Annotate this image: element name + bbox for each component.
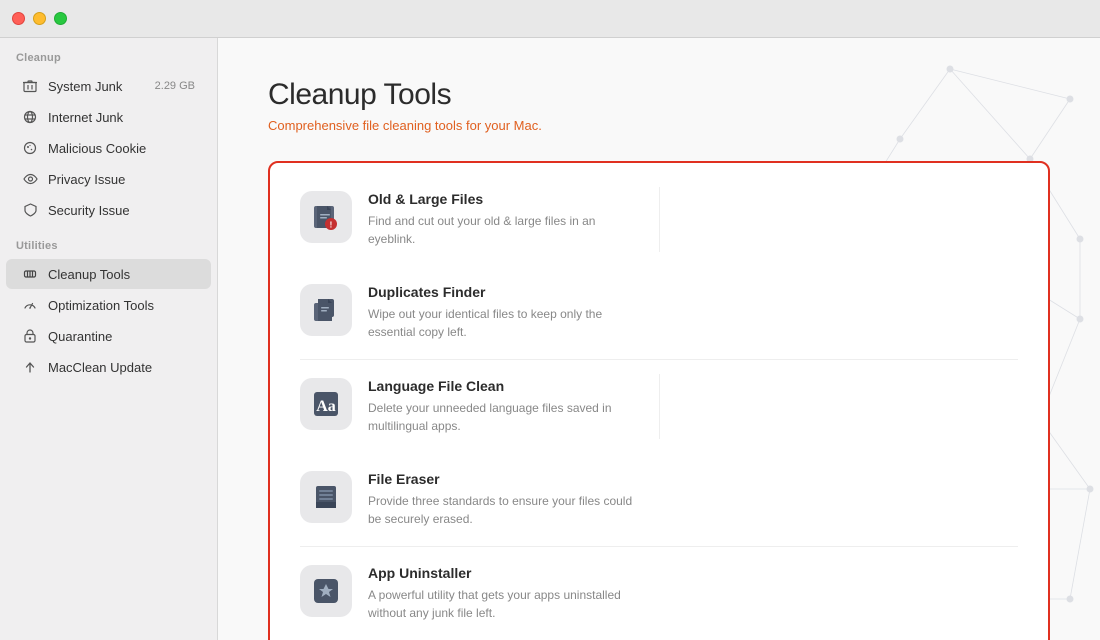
cleanup-section-label: Cleanup bbox=[0, 52, 217, 70]
uninstaller-icon-wrapper bbox=[300, 565, 352, 617]
duplicates-info: Duplicates Finder Wipe out your identica… bbox=[368, 284, 639, 341]
svg-text:Aa: Aa bbox=[316, 398, 336, 415]
tool-duplicates-finder[interactable]: Duplicates Finder Wipe out your identica… bbox=[280, 266, 659, 359]
language-icon: Aa bbox=[309, 387, 343, 421]
eraser-info: File Eraser Provide three standards to e… bbox=[368, 471, 639, 528]
system-junk-label: System Junk bbox=[48, 79, 145, 94]
eraser-icon bbox=[309, 480, 343, 514]
sidebar-item-system-junk[interactable]: System Junk 2.29 GB bbox=[6, 71, 211, 101]
macclean-update-label: MacClean Update bbox=[48, 360, 195, 375]
duplicates-name: Duplicates Finder bbox=[368, 284, 639, 300]
col-divider-1 bbox=[659, 187, 660, 252]
tools-row-1: ! Old & Large Files Find and cut out you… bbox=[280, 173, 1038, 359]
tool-app-uninstaller[interactable]: App Uninstaller A powerful utility that … bbox=[280, 547, 659, 640]
svg-text:!: ! bbox=[330, 221, 333, 230]
gauge-icon bbox=[22, 297, 38, 313]
eraser-icon-wrapper bbox=[300, 471, 352, 523]
tools-row-2: Aa Language File Clean Delete your unnee… bbox=[280, 360, 1038, 546]
sidebar-item-optimization-tools[interactable]: Optimization Tools bbox=[6, 290, 211, 320]
malicious-cookie-label: Malicious Cookie bbox=[48, 141, 195, 156]
minimize-button[interactable] bbox=[33, 12, 46, 25]
sidebar-item-macclean-update[interactable]: MacClean Update bbox=[6, 352, 211, 382]
tool-old-large-files[interactable]: ! Old & Large Files Find and cut out you… bbox=[280, 173, 659, 266]
main-content: Cleanup Tools Comprehensive file cleanin… bbox=[218, 38, 1100, 640]
col-divider-2 bbox=[659, 374, 660, 439]
tools-row-3: App Uninstaller A powerful utility that … bbox=[280, 547, 1038, 640]
close-button[interactable] bbox=[12, 12, 25, 25]
language-info: Language File Clean Delete your unneeded… bbox=[368, 378, 639, 435]
eye-icon bbox=[22, 171, 38, 187]
page-subtitle: Comprehensive file cleaning tools for yo… bbox=[268, 118, 1050, 133]
sidebar-item-quarantine[interactable]: Quarantine bbox=[6, 321, 211, 351]
duplicates-desc: Wipe out your identical files to keep on… bbox=[368, 305, 639, 341]
uninstaller-icon bbox=[309, 574, 343, 608]
shield-icon bbox=[22, 202, 38, 218]
sidebar-item-privacy-issue[interactable]: Privacy Issue bbox=[6, 164, 211, 194]
titlebar bbox=[0, 0, 1100, 38]
duplicates-icon-wrapper bbox=[300, 284, 352, 336]
eraser-name: File Eraser bbox=[368, 471, 639, 487]
sidebar-item-cleanup-tools[interactable]: Cleanup Tools bbox=[6, 259, 211, 289]
tool-language-file-clean[interactable]: Aa Language File Clean Delete your unnee… bbox=[280, 360, 659, 453]
globe-icon bbox=[22, 109, 38, 125]
old-files-icon: ! bbox=[309, 200, 343, 234]
uninstaller-info: App Uninstaller A powerful utility that … bbox=[368, 565, 639, 622]
sidebar-item-malicious-cookie[interactable]: Malicious Cookie bbox=[6, 133, 211, 163]
cookie-icon bbox=[22, 140, 38, 156]
sidebar: Cleanup System Junk 2.29 GB bbox=[0, 38, 218, 640]
tools-grid-container: ! Old & Large Files Find and cut out you… bbox=[268, 161, 1050, 640]
utilities-section-label: Utilities bbox=[0, 240, 217, 258]
language-icon-wrapper: Aa bbox=[300, 378, 352, 430]
security-issue-label: Security Issue bbox=[48, 203, 195, 218]
uninstaller-desc: A powerful utility that gets your apps u… bbox=[368, 586, 639, 622]
wrench-icon bbox=[22, 266, 38, 282]
sidebar-item-security-issue[interactable]: Security Issue bbox=[6, 195, 211, 225]
cleanup-tools-label: Cleanup Tools bbox=[48, 267, 195, 282]
sidebar-item-internet-junk[interactable]: Internet Junk bbox=[6, 102, 211, 132]
sidebar-divider bbox=[0, 226, 217, 240]
old-files-icon-wrapper: ! bbox=[300, 191, 352, 243]
tool-file-eraser[interactable]: File Eraser Provide three standards to e… bbox=[280, 453, 659, 546]
internet-junk-label: Internet Junk bbox=[48, 110, 195, 125]
app-body: Cleanup System Junk 2.29 GB bbox=[0, 38, 1100, 640]
eraser-desc: Provide three standards to ensure your f… bbox=[368, 492, 639, 528]
empty-cell bbox=[659, 547, 1038, 640]
uninstaller-name: App Uninstaller bbox=[368, 565, 639, 581]
duplicates-icon bbox=[309, 293, 343, 327]
privacy-issue-label: Privacy Issue bbox=[48, 172, 195, 187]
optimization-tools-label: Optimization Tools bbox=[48, 298, 195, 313]
old-files-desc: Find and cut out your old & large files … bbox=[368, 212, 639, 248]
system-junk-badge: 2.29 GB bbox=[155, 80, 195, 92]
maximize-button[interactable] bbox=[54, 12, 67, 25]
old-files-name: Old & Large Files bbox=[368, 191, 639, 207]
old-files-info: Old & Large Files Find and cut out your … bbox=[368, 191, 639, 248]
language-desc: Delete your unneeded language files save… bbox=[368, 399, 639, 435]
language-name: Language File Clean bbox=[368, 378, 639, 394]
page-title: Cleanup Tools bbox=[268, 78, 1050, 112]
arrow-up-icon bbox=[22, 359, 38, 375]
quarantine-label: Quarantine bbox=[48, 329, 195, 344]
lock-icon bbox=[22, 328, 38, 344]
trash-icon bbox=[22, 78, 38, 94]
